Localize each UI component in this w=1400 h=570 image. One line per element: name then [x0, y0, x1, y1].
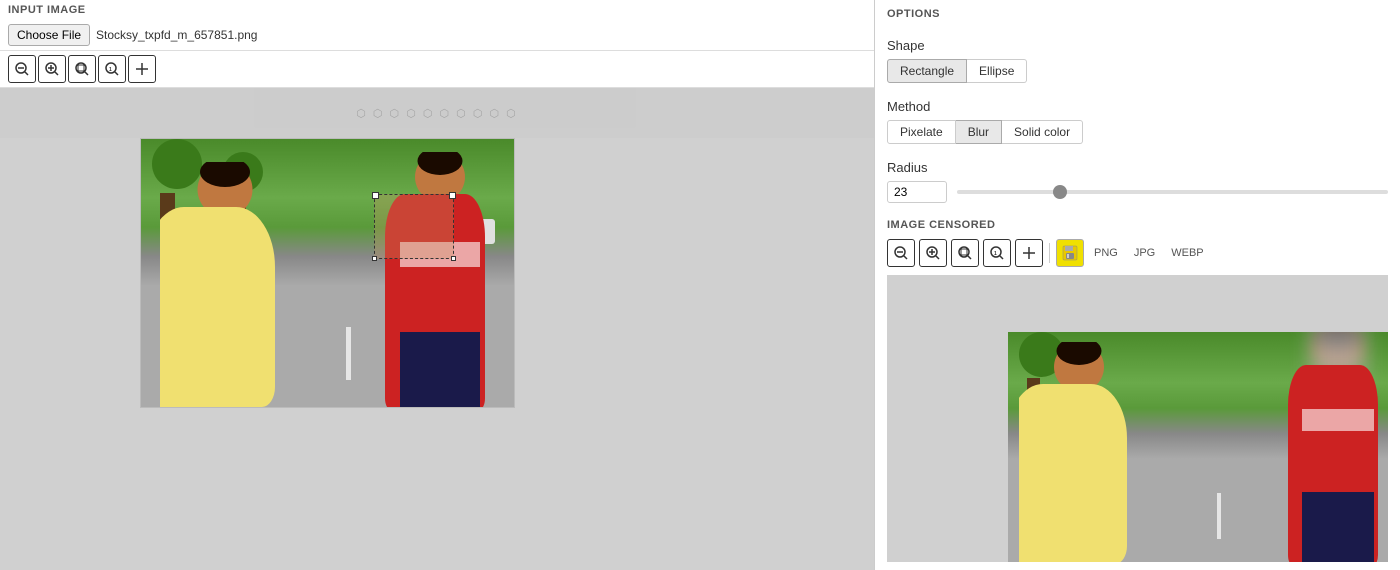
image-censored-header: IMAGE CENSORED [887, 219, 1388, 231]
radius-input[interactable] [887, 181, 947, 203]
input-image-display [140, 138, 515, 408]
zoom-in-button[interactable] [38, 55, 66, 83]
selection-box[interactable] [374, 194, 454, 259]
zoom-crosshair-button[interactable] [128, 55, 156, 83]
choose-file-button[interactable]: Choose File [8, 24, 90, 46]
format-webp-button[interactable]: WEBP [1165, 244, 1209, 262]
zoom-fit-button[interactable] [68, 55, 96, 83]
options-header: OPTIONS [887, 8, 1388, 20]
canvas-area[interactable]: ⬡ ⬡ ⬡ ⬡ ⬡ ⬡ ⬡ ⬡ ⬡ ⬡ [0, 88, 874, 570]
preview-zoom-crosshair-button[interactable] [1015, 239, 1043, 267]
preview-zoom-100-button[interactable]: 1 [983, 239, 1011, 267]
preview-zoom-in-button[interactable] [919, 239, 947, 267]
method-pixelate-button[interactable]: Pixelate [887, 120, 956, 144]
method-btn-group: Pixelate Blur Solid color [887, 120, 1388, 144]
right-panel: OPTIONS Shape Rectangle Ellipse Method P… [875, 0, 1400, 570]
shape-btn-group: Rectangle Ellipse [887, 59, 1388, 83]
censored-preview [887, 275, 1388, 562]
shape-label: Shape [887, 38, 1388, 53]
radius-slider[interactable] [957, 190, 1388, 194]
input-image-header: INPUT IMAGE [0, 0, 874, 20]
preview-image-container [1008, 332, 1388, 562]
method-solidcolor-button[interactable]: Solid color [1002, 120, 1083, 144]
radius-row [887, 181, 1388, 203]
censored-toolbar: 1 PNG JPG WEBP [887, 239, 1388, 267]
preview-zoom-fit-button[interactable] [951, 239, 979, 267]
svg-text:1: 1 [109, 67, 112, 73]
preview-background [1008, 332, 1388, 562]
method-blur-button[interactable]: Blur [956, 120, 1002, 144]
shape-rectangle-button[interactable]: Rectangle [887, 59, 967, 83]
zoom-out-button[interactable] [8, 55, 36, 83]
left-panel: INPUT IMAGE Choose File Stocksy_txpfd_m_… [0, 0, 875, 570]
save-button[interactable] [1056, 239, 1084, 267]
shape-ellipse-button[interactable]: Ellipse [967, 59, 1027, 83]
zoom-100-button[interactable]: 1 [98, 55, 126, 83]
svg-text:1: 1 [994, 251, 997, 257]
file-name: Stocksy_txpfd_m_657851.png [96, 28, 257, 42]
format-jpg-button[interactable]: JPG [1128, 244, 1161, 262]
format-png-button[interactable]: PNG [1088, 244, 1124, 262]
radius-label: Radius [887, 160, 1388, 175]
photo-background [141, 139, 514, 407]
file-bar: Choose File Stocksy_txpfd_m_657851.png [0, 20, 874, 51]
watermark-area: ⬡ ⬡ ⬡ ⬡ ⬡ ⬡ ⬡ ⬡ ⬡ ⬡ [0, 88, 874, 138]
zoom-bar: 1 [0, 51, 874, 88]
method-label: Method [887, 99, 1388, 114]
toolbar-divider [1049, 243, 1050, 263]
handle-bl[interactable] [372, 256, 377, 261]
preview-zoom-out-button[interactable] [887, 239, 915, 267]
